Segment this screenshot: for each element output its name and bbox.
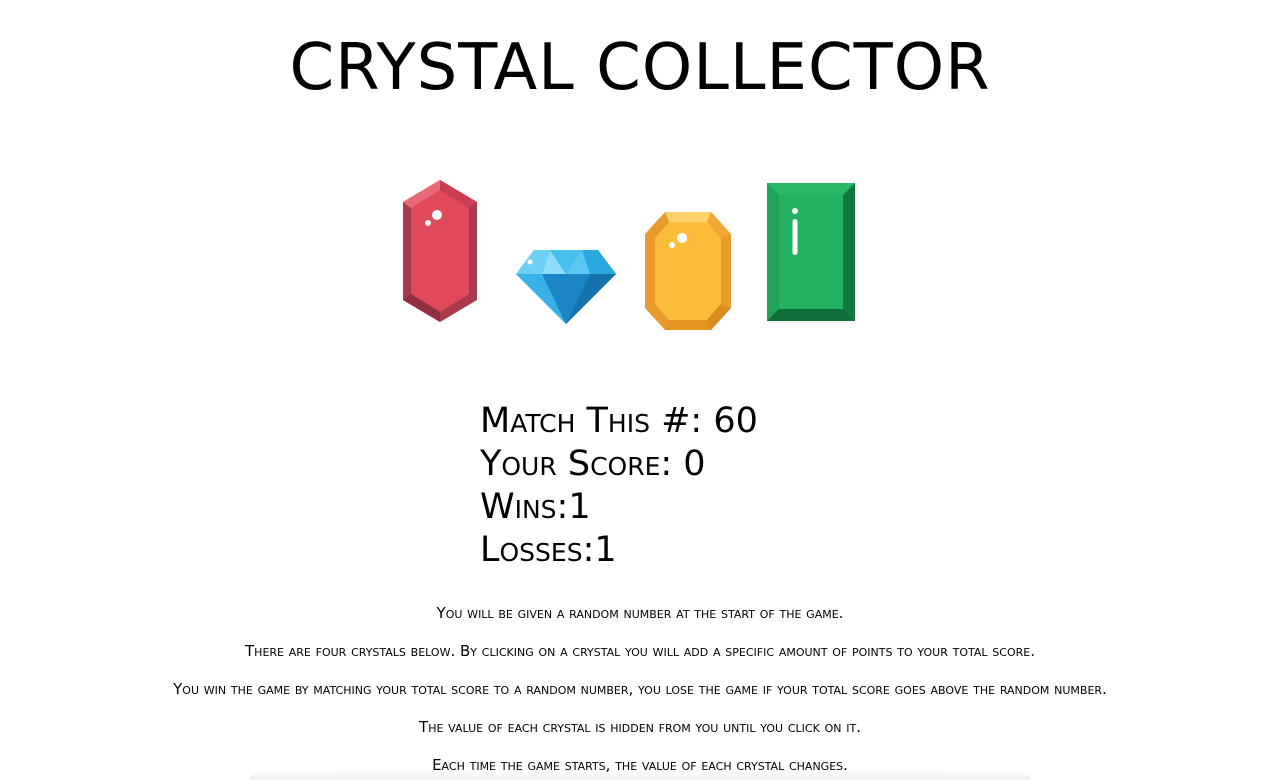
wins-value: 1 [568, 487, 591, 527]
current-score: Your Score: 0 [480, 443, 758, 486]
bottom-shadow [250, 768, 1030, 780]
losses-value: 1 [594, 530, 617, 570]
yellow-crystal-button[interactable] [645, 212, 731, 330]
page-title: CRYSTAL COLLECTOR [289, 31, 991, 105]
instruction-line: You win the game by matching your total … [173, 680, 1107, 698]
instructions: You will be given a random number at the… [0, 604, 1280, 780]
red-crystal-button[interactable] [401, 180, 479, 322]
score-panel: Match This #: 60 Your Score: 0 Wins:1 Lo… [480, 400, 758, 572]
instruction-line: There are four crystals below. By clicki… [245, 642, 1035, 660]
score-value: 0 [683, 444, 706, 484]
instruction-line: The value of each crystal is hidden from… [419, 718, 861, 736]
blue-crystal-button[interactable] [514, 248, 618, 326]
losses-label: Losses: [480, 530, 595, 570]
target-label: Match This #: [480, 401, 714, 441]
green-crystal-icon [767, 183, 855, 321]
score-label: Your Score: [480, 444, 684, 484]
wins-label: Wins: [480, 487, 569, 527]
green-crystal-button[interactable] [767, 183, 855, 321]
red-crystal-icon [403, 180, 477, 322]
blue-diamond-icon [516, 250, 616, 324]
target-value: 60 [713, 401, 758, 441]
yellow-crystal-icon [645, 212, 731, 330]
game-page: CRYSTAL COLLECTOR Match This #: 60 Your … [0, 0, 1280, 780]
instruction-line: You will be given a random number at the… [436, 604, 844, 622]
target-number: Match This #: 60 [480, 400, 758, 443]
losses-counter: Losses:1 [480, 529, 758, 572]
wins-counter: Wins:1 [480, 486, 758, 529]
